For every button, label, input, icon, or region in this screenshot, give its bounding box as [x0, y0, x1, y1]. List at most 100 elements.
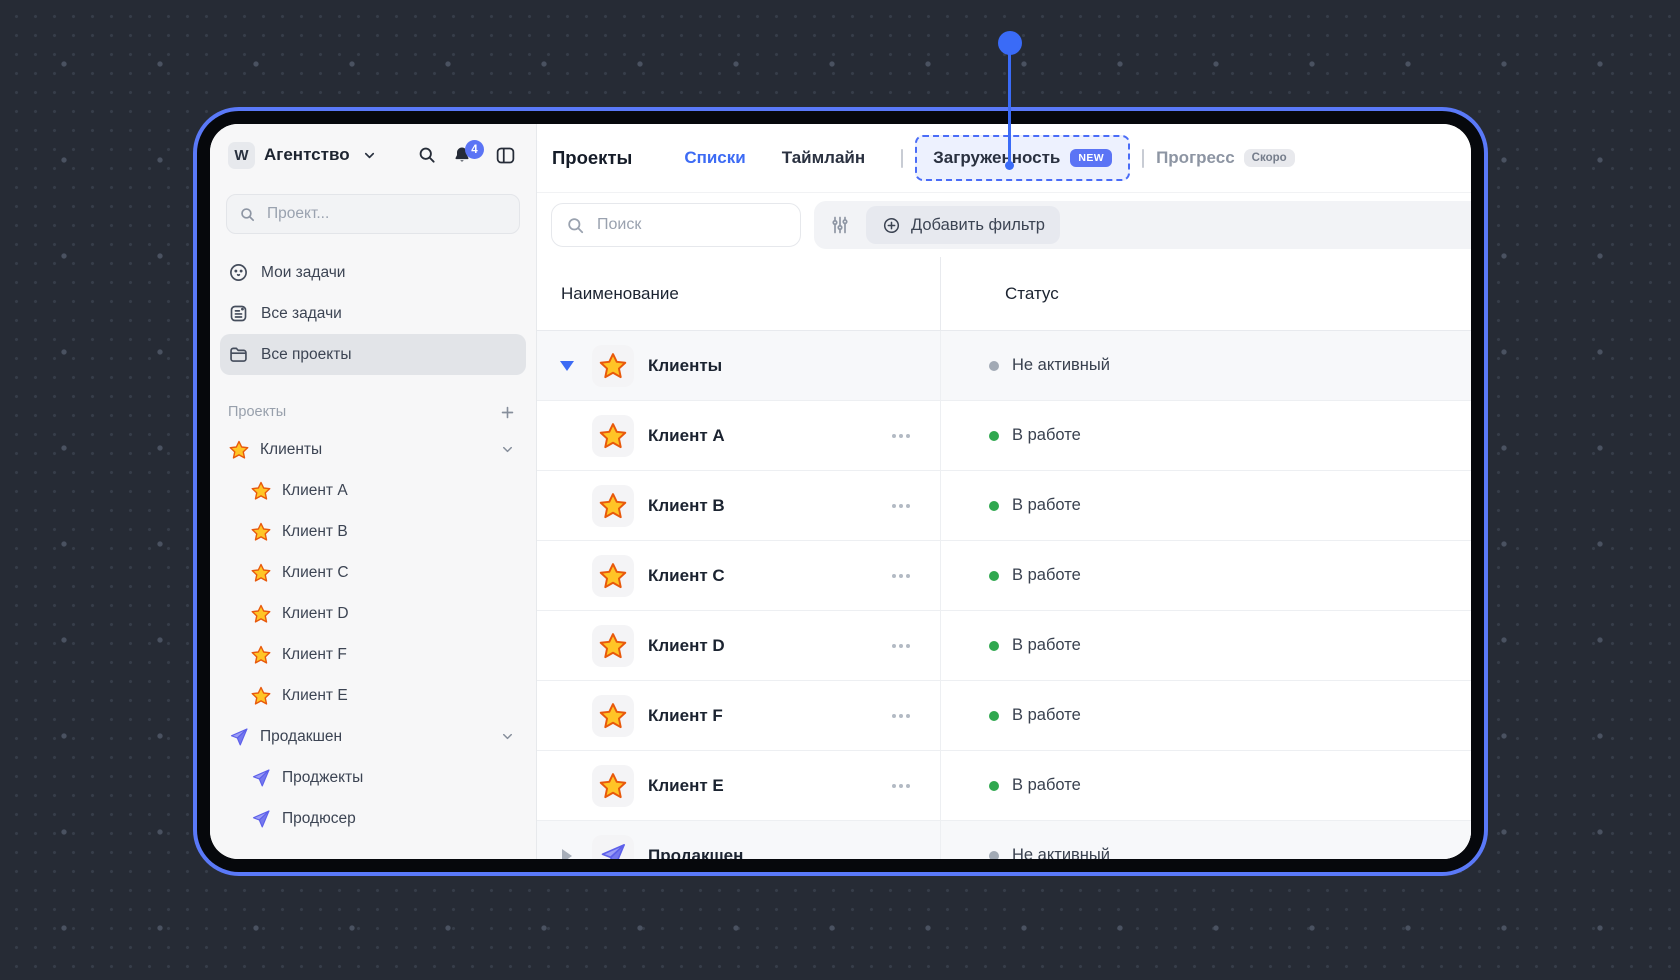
view-tabs: Проекты Списки Таймлайн Загруженность NE…	[537, 124, 1471, 193]
star-icon	[250, 521, 271, 542]
status-dot	[989, 571, 999, 581]
collapse-caret-icon[interactable]	[560, 361, 574, 371]
add-project-button[interactable]	[497, 402, 518, 423]
sidebar-menu-item[interactable]: Мои задачи	[220, 252, 526, 293]
row-menu-button[interactable]	[880, 434, 922, 438]
project-search-input[interactable]	[265, 204, 507, 224]
tab-progress[interactable]: Прогресс Скоро	[1156, 148, 1295, 168]
tab-progress-label: Прогресс	[1156, 148, 1235, 168]
sidebar-tree-item[interactable]: Клиенты	[220, 429, 526, 470]
status-cell: Не активный	[941, 821, 1471, 859]
table-row[interactable]: Клиент BВ работе	[537, 471, 1471, 541]
row-name: Клиент F	[648, 706, 880, 726]
sidebar-menu-label: Все задачи	[261, 305, 342, 323]
tab-lists[interactable]: Списки	[684, 148, 745, 168]
filter-sliders-button[interactable]	[828, 212, 852, 238]
status-dot	[989, 361, 999, 371]
sidebar-menu-label: Все проекты	[261, 346, 351, 364]
row-menu-button[interactable]	[880, 644, 922, 648]
status-cell: Не активный	[941, 331, 1471, 400]
star-icon	[250, 603, 271, 624]
sidebar-menu-label: Мои задачи	[261, 264, 345, 282]
star-icon	[228, 439, 249, 460]
sidebar-menu-item[interactable]: Все проекты	[220, 334, 526, 375]
row-menu-button[interactable]	[880, 504, 922, 508]
search-button[interactable]	[414, 142, 440, 168]
name-cell: Клиент B	[537, 471, 941, 540]
status-cell: В работе	[941, 611, 1471, 680]
column-header-status: Статус	[941, 257, 1471, 330]
row-name: Клиент A	[648, 426, 880, 446]
sidebar-toggle-button[interactable]	[492, 142, 518, 168]
row-name: Клиенты	[648, 356, 940, 376]
plane-icon	[250, 808, 271, 829]
sidebar-tree-item[interactable]: Проджекты	[220, 757, 526, 798]
table-row[interactable]: ПродакшенНе активный	[537, 821, 1471, 859]
tab-workload-label: Загруженность	[933, 148, 1060, 168]
row-menu-button[interactable]	[880, 574, 922, 578]
chevron-down-icon[interactable]	[359, 145, 380, 166]
table-search-input[interactable]	[595, 215, 786, 235]
sidebar-tree-item[interactable]: Клиент D	[220, 593, 526, 634]
smiley-icon	[228, 262, 249, 283]
workspace-logo[interactable]: W	[228, 142, 255, 169]
row-name: Клиент B	[648, 496, 880, 516]
sidebar-menu-item[interactable]: Все задачи	[220, 293, 526, 334]
callout-dot	[998, 31, 1022, 55]
row-name: Клиент E	[648, 776, 880, 796]
name-cell: Клиент C	[537, 541, 941, 610]
filter-bar: Добавить фильтр	[537, 193, 1471, 257]
tasks-icon	[228, 303, 249, 324]
sidebar-tree-item[interactable]: Клиент E	[220, 675, 526, 716]
notifications-button[interactable]: 4	[449, 142, 475, 168]
chevron-down-icon[interactable]	[497, 726, 518, 747]
workspace-name[interactable]: Агентство	[264, 145, 350, 165]
device-frame: W Агентство 4	[197, 111, 1484, 872]
sidebar-tree-item[interactable]: Продакшен	[220, 716, 526, 757]
status-label: В работе	[1012, 566, 1081, 585]
table-row[interactable]: Клиенты Не активный	[537, 331, 1471, 401]
status-label: В работе	[1012, 776, 1081, 795]
soon-badge: Скоро	[1244, 149, 1295, 167]
sidebar-tree-label: Клиент F	[282, 646, 518, 664]
table-row[interactable]: Клиент FВ работе	[537, 681, 1471, 751]
table-row[interactable]: Клиент AВ работе	[537, 401, 1471, 471]
row-menu-button[interactable]	[880, 784, 922, 788]
status-label: Не активный	[1012, 356, 1110, 375]
name-cell: Клиент D	[537, 611, 941, 680]
app-screen: W Агентство 4	[210, 124, 1471, 859]
row-name: Клиент D	[648, 636, 880, 656]
search-icon	[239, 206, 256, 223]
sidebar-tree-label: Клиент E	[282, 687, 518, 705]
sidebar-tree-item[interactable]: Клиент B	[220, 511, 526, 552]
sidebar-tree-label: Продюсер	[282, 810, 518, 828]
table-row[interactable]: Клиент E В работе	[537, 751, 1471, 821]
table-search	[551, 203, 801, 247]
chevron-down-icon[interactable]	[497, 439, 518, 460]
star-icon	[250, 480, 271, 501]
panel-toggle-icon	[495, 145, 516, 166]
plus-circle-icon	[881, 215, 902, 236]
name-cell: Клиенты	[537, 331, 941, 400]
project-tree: Клиенты Клиент A Клиент BКлиент CКлиент D К…	[210, 427, 536, 839]
add-filter-button[interactable]: Добавить фильтр	[866, 206, 1060, 244]
app-window: W Агентство 4	[193, 107, 1488, 876]
status-dot	[989, 711, 999, 721]
tab-timeline[interactable]: Таймлайн	[782, 148, 865, 168]
tab-workload[interactable]: Загруженность NEW	[915, 135, 1130, 181]
sidebar-tree-item[interactable]: Клиент A	[220, 470, 526, 511]
table-row[interactable]: Клиент C В работе	[537, 541, 1471, 611]
sidebar-tree-item[interactable]: Клиент F	[220, 634, 526, 675]
sidebar-tree-item[interactable]: Клиент C	[220, 552, 526, 593]
star-icon	[592, 555, 634, 597]
table-body: КлиентыНе активныйКлиент AВ работеКлиент…	[537, 331, 1471, 859]
plane-icon	[592, 835, 634, 860]
row-menu-button[interactable]	[880, 714, 922, 718]
project-search	[226, 194, 520, 234]
sidebar-tree-item[interactable]: Продюсер	[220, 798, 526, 839]
expand-caret-icon[interactable]	[562, 849, 572, 860]
sidebar-tree-label: Клиент A	[282, 482, 518, 500]
table-row[interactable]: Клиент D В работе	[537, 611, 1471, 681]
name-cell: Продакшен	[537, 821, 941, 859]
table-header: Наименование Статус	[537, 257, 1471, 331]
